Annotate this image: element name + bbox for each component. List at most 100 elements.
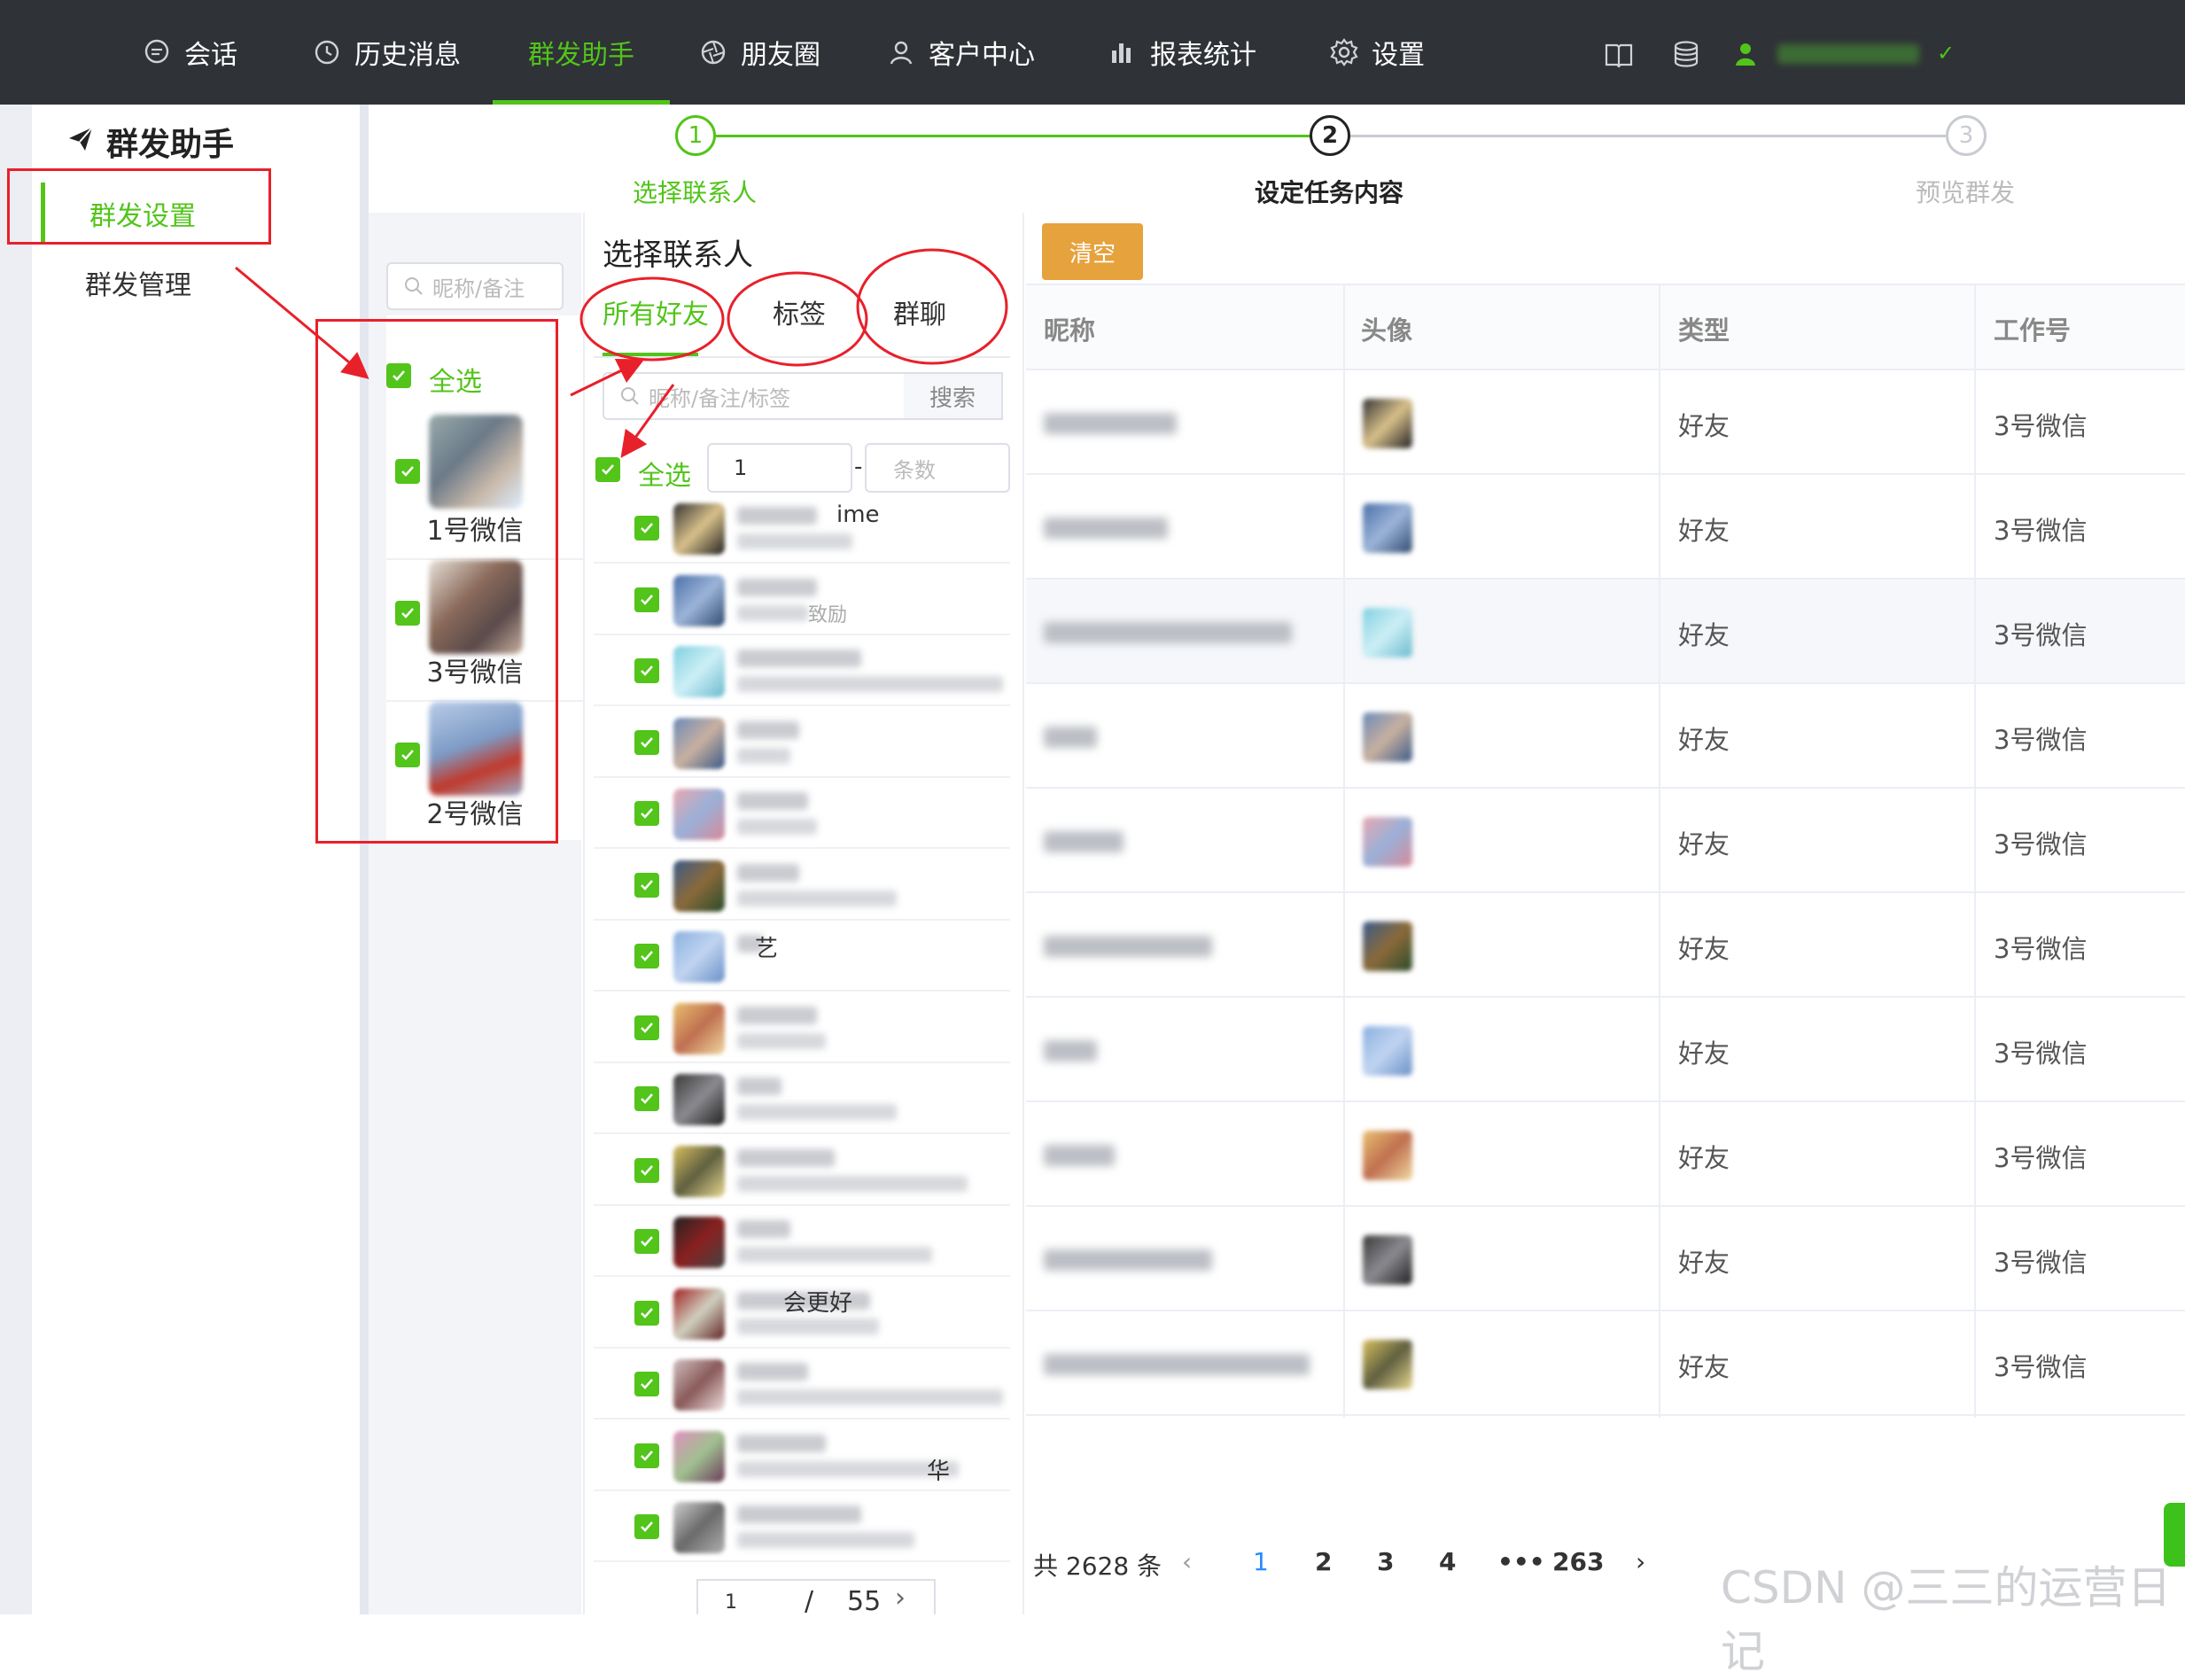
contact-checkbox[interactable] — [634, 1015, 659, 1040]
search-button[interactable]: 搜索 — [904, 372, 1003, 420]
table-row[interactable]: 好友 3号微信 — [1026, 684, 2185, 789]
pagination-page[interactable]: 3 — [1377, 1547, 1394, 1576]
row-account: 3号微信 — [1994, 934, 2088, 964]
pagination-ellipsis[interactable]: ••• — [1497, 1547, 1545, 1576]
pagination-page[interactable]: 2 — [1315, 1547, 1332, 1576]
gear-icon — [1329, 37, 1359, 67]
nav-label: 会话 — [184, 40, 237, 71]
nav-item-chat[interactable]: 会话 — [142, 0, 237, 105]
contact-checkbox[interactable] — [634, 944, 659, 968]
nav-item-customers[interactable]: 客户中心 — [886, 0, 1035, 105]
contact-remark-redacted — [737, 1389, 1003, 1405]
sidebar-item-mass-manage[interactable]: 群发管理 — [41, 252, 307, 314]
nav-item-moments[interactable]: 朋友圈 — [698, 0, 820, 105]
step-line-2 — [1350, 135, 1946, 137]
contact-checkbox[interactable] — [634, 1229, 659, 1254]
database-icon[interactable] — [1671, 39, 1701, 69]
table-row[interactable]: 好友 3号微信 — [1026, 475, 2185, 579]
account-search-input[interactable]: 昵称/备注 — [386, 262, 564, 310]
tab-tags[interactable]: 标签 — [773, 292, 826, 331]
pagination-prev-icon[interactable]: ‹ — [1182, 1547, 1192, 1576]
tab-all-friends[interactable]: 所有好友 — [603, 292, 709, 331]
contact-row[interactable] — [594, 707, 1010, 778]
contact-avatar — [673, 503, 725, 555]
step-num: 1 — [688, 122, 704, 149]
table-row[interactable]: 好友 3号微信 — [1026, 579, 2185, 684]
nav-item-settings[interactable]: 设置 — [1329, 0, 1425, 105]
column-type: 类型 — [1678, 315, 1730, 346]
contact-name-redacted — [737, 1006, 817, 1024]
bar-chart-icon — [1108, 37, 1138, 67]
contact-checkbox[interactable] — [634, 516, 659, 541]
contact-checkbox[interactable] — [634, 1300, 659, 1326]
sidebar-strip — [0, 105, 32, 1614]
contact-row[interactable] — [594, 850, 1010, 921]
table-row[interactable]: 好友 3号微信 — [1026, 893, 2185, 998]
contact-row[interactable] — [594, 1063, 1010, 1134]
range-from-input[interactable]: 1 — [707, 443, 852, 493]
contact-checkbox[interactable] — [634, 587, 659, 612]
table-row[interactable]: 好友 3号微信 — [1026, 1102, 2185, 1207]
contact-avatar — [673, 1217, 725, 1268]
user-avatar-icon[interactable] — [1735, 43, 1756, 66]
contact-checkbox[interactable] — [634, 1157, 659, 1183]
account-select-all-checkbox[interactable] — [386, 363, 411, 388]
contact-name-fragment: ime — [836, 502, 880, 528]
tab-group-chats[interactable]: 群聊 — [893, 292, 946, 331]
pagination-page[interactable]: 1 — [1253, 1547, 1269, 1576]
clear-button[interactable]: 清空 — [1042, 223, 1143, 280]
nav-item-mass-send[interactable]: 群发助手 — [493, 0, 670, 105]
contact-name-fragment: 艺 — [755, 936, 779, 962]
range-to-input[interactable]: 条数 — [865, 443, 1010, 493]
column-account: 工作号 — [1994, 315, 2072, 346]
contact-name-redacted — [737, 1148, 835, 1167]
contact-select-all-checkbox[interactable] — [595, 457, 620, 482]
table-row[interactable]: 好友 3号微信 — [1026, 1311, 2185, 1416]
contact-search-input[interactable]: 昵称/备注/标签 — [603, 372, 906, 420]
pagination-next-icon[interactable]: › — [1636, 1547, 1645, 1576]
contact-remark-redacted — [737, 747, 790, 764]
contact-row[interactable] — [594, 635, 1010, 706]
table-row[interactable]: 好友 3号微信 — [1026, 370, 2185, 475]
nickname-redacted — [1044, 831, 1124, 852]
table-row[interactable]: 好友 3号微信 — [1026, 1207, 2185, 1311]
account-checkbox[interactable] — [395, 743, 420, 767]
pagination-page[interactable]: 263 — [1552, 1547, 1604, 1576]
contact-remark-redacted — [737, 1032, 826, 1049]
pager-next-icon[interactable]: › — [895, 1583, 906, 1614]
table-row[interactable]: 好友 3号微信 — [1026, 998, 2185, 1102]
contact-row[interactable] — [594, 778, 1010, 849]
contact-checkbox[interactable] — [634, 1086, 659, 1111]
contact-row[interactable] — [594, 921, 1010, 992]
account-checkbox[interactable] — [395, 459, 420, 484]
contact-checkbox[interactable] — [634, 1514, 659, 1539]
contact-checkbox[interactable] — [634, 1372, 659, 1396]
account-name: 3号微信 — [426, 657, 524, 688]
contact-name-redacted — [737, 507, 817, 525]
nav-item-reports[interactable]: 报表统计 — [1108, 0, 1256, 105]
contact-row[interactable] — [594, 1491, 1010, 1562]
sidebar-item-mass-settings[interactable]: 群发设置 — [41, 183, 307, 245]
contact-checkbox[interactable] — [634, 801, 659, 826]
contact-row[interactable] — [594, 1135, 1010, 1206]
contact-checkbox[interactable] — [634, 1443, 659, 1468]
username-redacted — [1777, 44, 1919, 64]
contact-checkbox[interactable] — [634, 729, 659, 755]
contact-row[interactable] — [594, 1206, 1010, 1277]
table-row[interactable]: 好友 3号微信 — [1026, 789, 2185, 893]
contact-row[interactable] — [594, 992, 1010, 1063]
nickname-redacted — [1044, 1249, 1212, 1271]
account-checkbox[interactable] — [395, 601, 420, 626]
contact-row[interactable] — [594, 564, 1010, 635]
nav-item-history[interactable]: 历史消息 — [312, 0, 461, 105]
contact-checkbox[interactable] — [634, 872, 659, 898]
contact-checkbox[interactable] — [634, 658, 659, 683]
nickname-redacted — [1044, 727, 1097, 748]
pagination-page[interactable]: 4 — [1439, 1547, 1456, 1576]
pager-current[interactable]: 1 — [725, 1591, 737, 1614]
column-separator — [1974, 284, 1976, 1418]
contact-row[interactable] — [594, 493, 1010, 564]
user-icon — [886, 37, 916, 67]
book-icon[interactable] — [1604, 39, 1634, 69]
contact-row[interactable] — [594, 1349, 1010, 1419]
